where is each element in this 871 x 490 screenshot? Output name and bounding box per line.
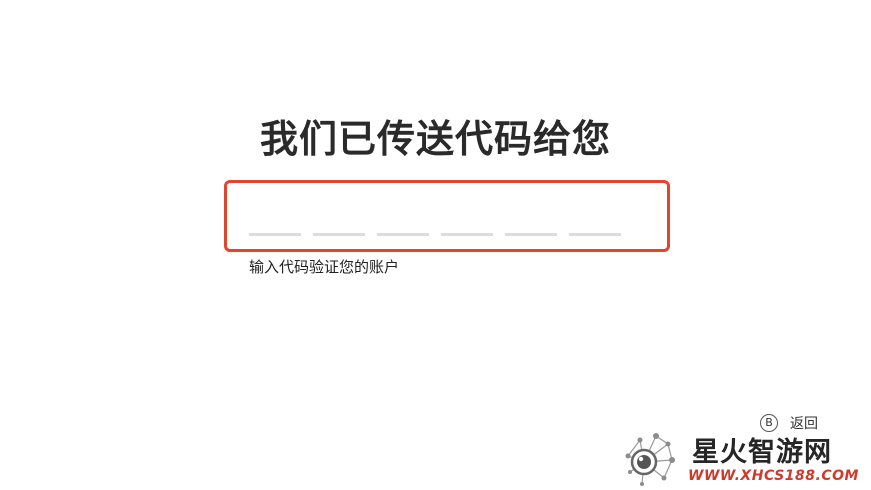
code-digit-slot-5[interactable] <box>505 233 557 236</box>
verification-code-screen: 我们已传送代码给您 输入代码验证您的账户 B 返回 星火智游网 WWW.XHCS… <box>0 0 871 490</box>
page-title: 我们已传送代码给您 <box>259 117 611 161</box>
code-digit-slot-4[interactable] <box>441 233 493 236</box>
watermark: 星火智游网 WWW.XHCS188.COM <box>620 426 870 490</box>
instruction-text: 输入代码验证您的账户 <box>249 258 400 276</box>
verification-code-input[interactable] <box>224 180 670 252</box>
watermark-site-name: 星火智游网 <box>692 437 832 468</box>
code-digit-slot-2[interactable] <box>313 233 365 236</box>
code-digit-slot-6[interactable] <box>569 233 621 236</box>
code-digit-slot-1[interactable] <box>249 233 301 236</box>
code-digit-slot-3[interactable] <box>377 233 429 236</box>
watermark-url: WWW.XHCS188.COM <box>688 468 859 484</box>
watermark-logo-icon <box>625 433 675 486</box>
